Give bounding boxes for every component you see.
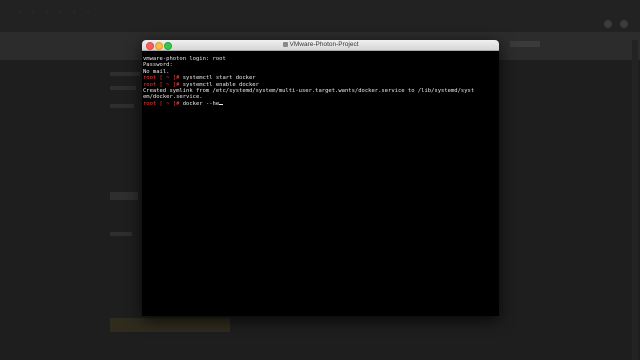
command-input-text[interactable]: docker --he: [179, 101, 219, 107]
background-scrollbar: [632, 40, 638, 360]
window-titlebar[interactable]: VMware-Photon-Project: [142, 40, 499, 51]
output-text: Password:: [143, 62, 173, 69]
shell-prompt: root [ ~ ]#: [143, 100, 180, 107]
terminal-line[interactable]: root [ ~ ]# docker --he: [143, 101, 499, 107]
background-icon: [604, 20, 612, 28]
background-nav: [510, 41, 540, 47]
vm-console-window[interactable]: VMware-Photon-Project vmware-photon logi…: [142, 40, 499, 316]
background-text-line: [110, 86, 136, 90]
window-title-text: VMware-Photon-Project: [289, 41, 359, 48]
background-text-line: [110, 192, 138, 200]
output-text: No mail.: [143, 68, 170, 75]
window-title: VMware-Photon-Project: [142, 40, 499, 50]
terminal-console[interactable]: vmware-photon login: root Password: No m…: [142, 51, 499, 316]
background-text-line: [110, 72, 140, 76]
background-icon: [620, 20, 628, 28]
text-cursor: [219, 103, 223, 105]
command-text: systemctl start docker: [179, 75, 256, 82]
background-text-line: [110, 232, 132, 236]
shell-prompt: root [ ~ ]#: [143, 81, 180, 88]
background-heading: [110, 318, 230, 332]
vm-icon: [282, 41, 288, 47]
background-text-line: [110, 104, 134, 108]
background-browser-bar: · · · · · ·: [0, 0, 640, 32]
shell-prompt: root [ ~ ]#: [143, 75, 180, 82]
output-text: Created symlink from /etc/systemd/system…: [143, 87, 475, 94]
background-blurred-text: · · · · · ·: [18, 8, 94, 18]
command-text: systemctl enable docker: [179, 81, 259, 88]
output-text: em/docker.service.: [143, 94, 203, 101]
output-text: vmware-photon login: root: [143, 56, 226, 62]
